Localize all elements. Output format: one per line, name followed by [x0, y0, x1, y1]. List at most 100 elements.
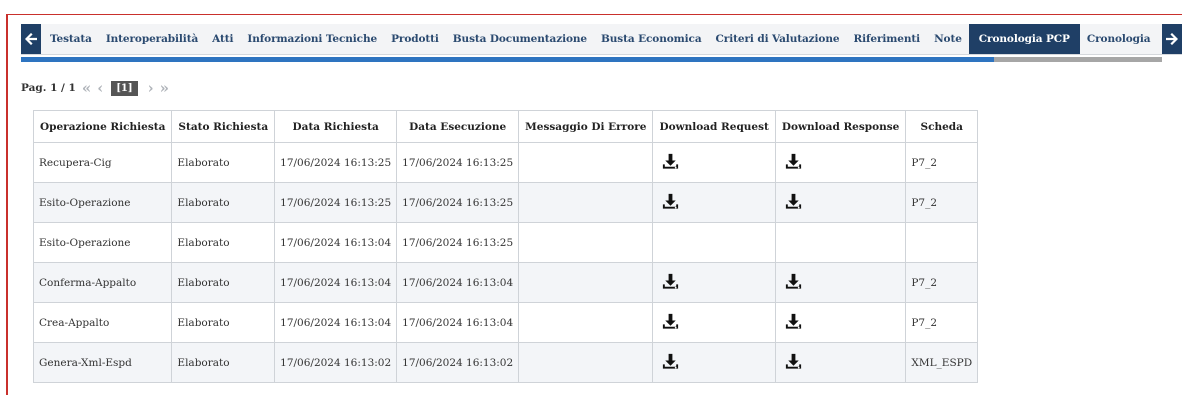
table-header-row: Operazione Richiesta Stato Richiesta Dat… [32, 110, 979, 143]
cell-stato: Elaborato [171, 262, 276, 303]
cell-scheda: P7_2 [905, 302, 979, 343]
download-icon[interactable] [661, 192, 680, 214]
col-data-esecuzione[interactable]: Data Esecuzione [396, 110, 520, 143]
cell-scheda: P7_2 [905, 262, 979, 303]
cell-download-response [774, 222, 907, 263]
table-row: Esito-Operazione Elaborato 17/06/2024 16:1… [32, 182, 979, 223]
tab-cronologia-pcp[interactable]: Cronologia PCP [968, 24, 1080, 54]
cell-download-request [652, 182, 776, 223]
cell-download-response [774, 342, 907, 383]
col-download-response[interactable]: Download Response [774, 110, 907, 143]
download-icon[interactable] [784, 272, 803, 294]
col-stato-richiesta[interactable]: Stato Richiesta [171, 110, 276, 143]
pagination: Pag. 1 / 1 « ‹ [1] › » [21, 78, 169, 98]
tab-informazioni-tecniche[interactable]: Informazioni Tecniche [240, 24, 384, 54]
cell-operazione: Esito-Operazione [32, 182, 173, 223]
cell-stato: Elaborato [171, 302, 276, 343]
table-row: Genera-Xml-Espd Elaborato 17/06/2024 16:13… [32, 342, 979, 383]
download-icon[interactable] [784, 352, 803, 374]
prev-page-button[interactable]: ‹ [97, 79, 103, 97]
tab-cronologia[interactable]: Cronologia [1080, 24, 1158, 54]
cell-data-richiesta: 17/06/2024 16:13:04 [274, 302, 398, 343]
active-tab-indicator [21, 57, 994, 62]
download-icon[interactable] [661, 152, 680, 174]
arrow-left-icon [25, 33, 37, 45]
cell-operazione: Esito-Operazione [32, 222, 173, 263]
col-download-request[interactable]: Download Request [652, 110, 776, 143]
download-icon[interactable] [661, 272, 680, 294]
table-row: Conferma-Appalto Elaborato 17/06/2024 16:1… [32, 262, 979, 303]
col-operazione-richiesta[interactable]: Operazione Richiesta [32, 110, 173, 143]
cell-download-request [652, 262, 776, 303]
cell-scheda: P7_2 [905, 142, 979, 183]
download-icon[interactable] [784, 152, 803, 174]
download-icon[interactable] [661, 352, 680, 374]
cell-data-richiesta: 17/06/2024 16:13:25 [274, 182, 398, 223]
tab-riferimenti[interactable]: Riferimenti [846, 24, 927, 54]
cell-messaggio-errore [518, 262, 654, 303]
cell-data-esecuzione: 17/06/2024 16:13:02 [396, 342, 520, 383]
tab-list: Testata Interoperabilità Atti Informazioni … [43, 24, 1161, 54]
tab-criteri-di-valutazione[interactable]: Criteri di Valutazione [709, 24, 847, 54]
download-icon[interactable] [784, 192, 803, 214]
table-row: Crea-Appalto Elaborato 17/06/2024 16:13:04… [32, 302, 979, 343]
tab-indicator-track [994, 57, 1162, 62]
page-indicator: Pag. 1 / 1 [21, 82, 76, 94]
col-scheda[interactable]: Scheda [905, 110, 979, 143]
tab-busta-documentazione[interactable]: Busta Documentazione [446, 24, 594, 54]
last-page-button[interactable]: » [160, 79, 169, 97]
cell-data-esecuzione: 17/06/2024 16:13:04 [396, 302, 520, 343]
cell-messaggio-errore [518, 302, 654, 343]
col-messaggio-errore[interactable]: Messaggio Di Errore [518, 110, 654, 143]
table-row: Recupera-Cig Elaborato 17/06/2024 16:13:25… [32, 142, 979, 183]
cell-data-richiesta: 17/06/2024 16:13:02 [274, 342, 398, 383]
cell-download-response [774, 302, 907, 343]
cell-messaggio-errore [518, 142, 654, 183]
tab-scroll-left-button[interactable] [21, 24, 41, 54]
cell-stato: Elaborato [171, 222, 276, 263]
cronologia-pcp-table: Operazione Richiesta Stato Richiesta Dat… [32, 110, 979, 383]
cell-download-response [774, 142, 907, 183]
cell-data-esecuzione: 17/06/2024 16:13:25 [396, 222, 520, 263]
cell-data-esecuzione: 17/06/2024 16:13:25 [396, 182, 520, 223]
cell-download-request [652, 342, 776, 383]
tab-atti[interactable]: Atti [205, 24, 240, 54]
cell-data-esecuzione: 17/06/2024 16:13:04 [396, 262, 520, 303]
cell-scheda: XML_ESPD [905, 342, 979, 383]
tab-busta-economica[interactable]: Busta Economica [594, 24, 709, 54]
cell-download-request [652, 142, 776, 183]
cell-scheda: P7_2 [905, 182, 979, 223]
next-page-button[interactable]: › [148, 79, 154, 97]
download-icon[interactable] [661, 312, 680, 334]
cell-stato: Elaborato [171, 142, 276, 183]
tab-note[interactable]: Note [927, 24, 969, 54]
tab-documenti[interactable]: Documenti [1158, 24, 1161, 54]
first-page-button[interactable]: « [82, 79, 91, 97]
cell-messaggio-errore [518, 182, 654, 223]
cell-operazione: Recupera-Cig [32, 142, 173, 183]
cell-operazione: Genera-Xml-Espd [32, 342, 173, 383]
cell-stato: Elaborato [171, 342, 276, 383]
tab-scroll-right-button[interactable] [1162, 24, 1182, 54]
tab-prodotti[interactable]: Prodotti [384, 24, 446, 54]
cell-data-richiesta: 17/06/2024 16:13:04 [274, 262, 398, 303]
cell-operazione: Conferma-Appalto [32, 262, 173, 303]
cell-messaggio-errore [518, 342, 654, 383]
cell-download-request [652, 222, 776, 263]
tab-testata[interactable]: Testata [43, 24, 99, 54]
col-data-richiesta[interactable]: Data Richiesta [274, 110, 398, 143]
cell-data-richiesta: 17/06/2024 16:13:25 [274, 142, 398, 183]
page-number-button[interactable]: [1] [111, 80, 138, 96]
cell-stato: Elaborato [171, 182, 276, 223]
download-icon[interactable] [784, 312, 803, 334]
cell-data-esecuzione: 17/06/2024 16:13:25 [396, 142, 520, 183]
cell-download-response [774, 182, 907, 223]
table-row: Esito-Operazione Elaborato 17/06/2024 16:1… [32, 222, 979, 263]
cell-download-request [652, 302, 776, 343]
tab-interoperabilit-[interactable]: Interoperabilità [99, 24, 205, 54]
cell-scheda [905, 222, 979, 263]
cell-operazione: Crea-Appalto [32, 302, 173, 343]
cell-messaggio-errore [518, 222, 654, 263]
cell-download-response [774, 262, 907, 303]
cell-data-richiesta: 17/06/2024 16:13:04 [274, 222, 398, 263]
